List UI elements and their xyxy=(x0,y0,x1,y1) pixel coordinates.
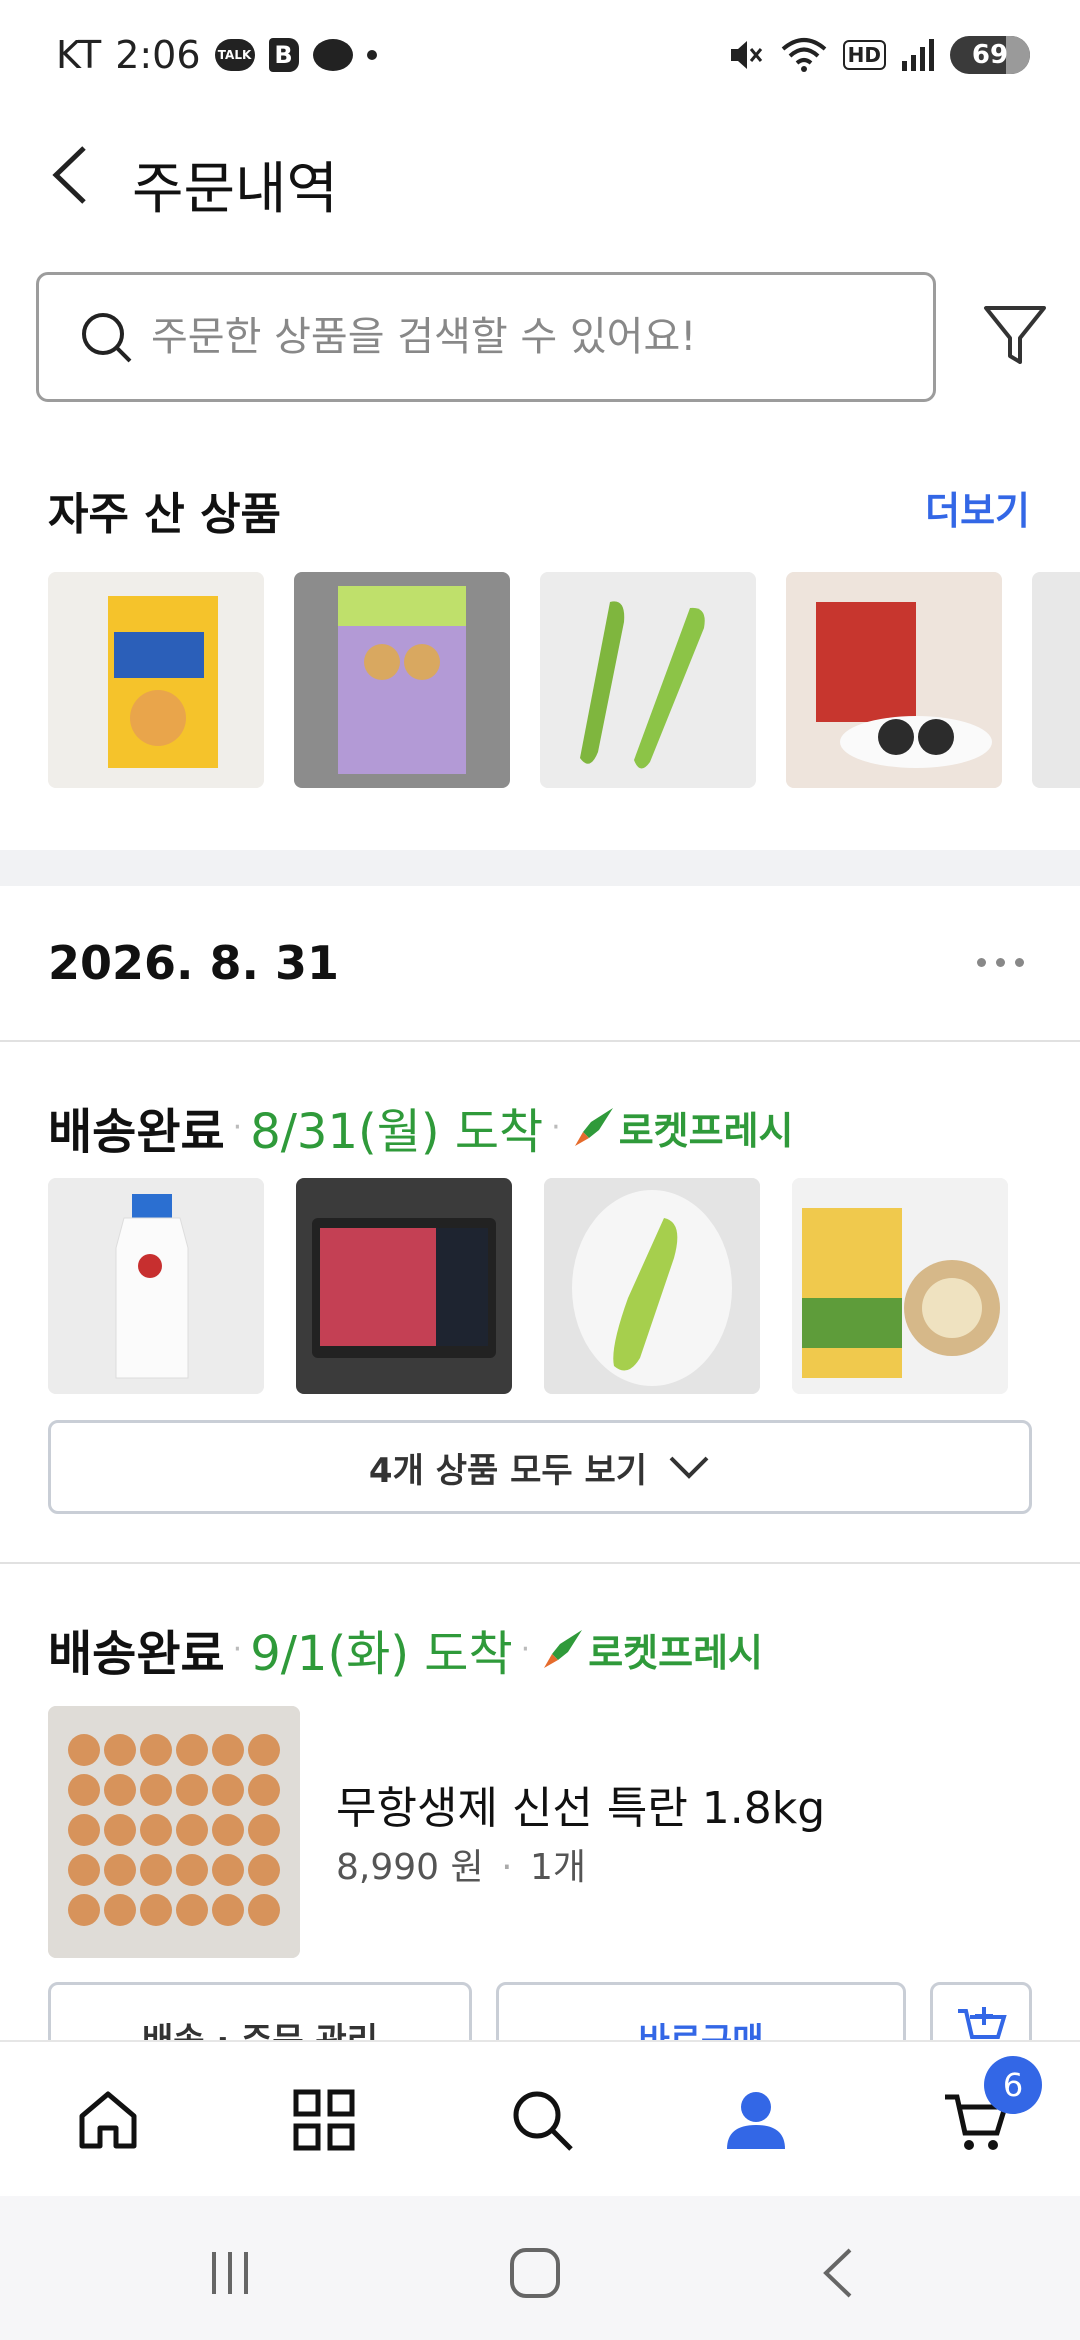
person-icon xyxy=(727,2092,785,2149)
back-button-icon[interactable] xyxy=(818,2246,858,2300)
more-link[interactable]: 더보기 xyxy=(925,480,1030,535)
view-all-products-button[interactable]: 4개 상품 모두 보기 xyxy=(48,1420,1032,1514)
chevron-down-icon xyxy=(669,1456,709,1479)
kakaotalk-icon: TALK xyxy=(214,39,255,71)
back-arrow-icon[interactable] xyxy=(40,140,110,210)
add-cart-icon xyxy=(958,2007,1007,2039)
more-options-icon[interactable] xyxy=(977,958,1024,967)
product-thumbnail[interactable] xyxy=(296,1178,512,1394)
order-date: 2026. 8. 31 xyxy=(48,936,340,990)
home-button-icon[interactable] xyxy=(508,2246,562,2300)
product-price-qty: 8,990 원 · 1개 xyxy=(336,1847,587,1888)
order-date-row: 2026. 8. 31 xyxy=(0,886,1080,1042)
rocket-fresh-icon xyxy=(574,1108,613,1146)
more-notifications-icon xyxy=(366,50,377,60)
search-input[interactable] xyxy=(151,314,911,360)
bottom-navigation xyxy=(0,2040,1080,2196)
frequent-product-thumbnail[interactable] xyxy=(48,572,264,788)
chat-bubble-icon xyxy=(312,39,353,71)
frequent-products-row[interactable] xyxy=(48,572,1080,790)
nav-my-page[interactable] xyxy=(708,2072,804,2168)
product-thumbnail[interactable] xyxy=(48,1178,264,1394)
search-icon xyxy=(82,313,132,363)
search-icon xyxy=(513,2091,573,2151)
product-name[interactable]: 무항생제 신선 특란 1.8kg xyxy=(336,1772,825,1836)
arrival-date: 9/1(화) 도착 xyxy=(250,1626,513,1682)
nav-categories[interactable] xyxy=(276,2072,372,2168)
rocket-fresh-label: 로켓프레시 xyxy=(618,1108,794,1153)
hd-icon: HD xyxy=(842,40,886,70)
product-thumbnail[interactable] xyxy=(544,1178,760,1394)
frequent-product-thumbnail[interactable] xyxy=(540,572,756,788)
battery-level: 69 xyxy=(971,40,1009,70)
status-bar: KT 2:06 TALK B HD 69 xyxy=(0,0,1080,110)
b-app-icon: B xyxy=(268,38,299,72)
page-title: 주문내역 xyxy=(132,157,339,222)
product-quantity: 1개 xyxy=(529,1847,587,1888)
cart-count-badge: 6 xyxy=(984,2056,1042,2114)
clock: 2:06 xyxy=(115,33,201,77)
delivery-status-line: 배송완료 · 9/1(화) 도착 · 로켓프레시 xyxy=(48,1614,763,1684)
rocket-fresh-label: 로켓프레시 xyxy=(588,1630,763,1675)
signal-icon xyxy=(902,39,934,71)
view-all-label: 4개 상품 모두 보기 xyxy=(368,1450,648,1491)
mute-icon xyxy=(730,41,762,69)
delivery-status: 배송완료 xyxy=(48,1626,225,1682)
delivery-status-line: 배송완료 · 8/31(월) 도착 · 로켓프레시 xyxy=(48,1092,794,1162)
filter-icon[interactable] xyxy=(980,300,1050,370)
nav-home[interactable] xyxy=(60,2072,156,2168)
home-icon xyxy=(79,2091,137,2149)
search-box[interactable] xyxy=(36,272,936,402)
rocket-fresh-icon xyxy=(544,1630,583,1668)
app-header: 주문내역 xyxy=(0,110,1080,240)
product-price: 8,990 원 xyxy=(336,1847,484,1888)
system-navigation-bar xyxy=(0,2196,1080,2340)
frequent-product-thumbnail[interactable] xyxy=(294,572,510,788)
recent-apps-icon[interactable] xyxy=(206,2248,256,2298)
nav-search[interactable] xyxy=(494,2072,590,2168)
frequent-section-title: 자주 산 상품 xyxy=(48,489,282,540)
group-divider xyxy=(0,1562,1080,1564)
product-thumbnail[interactable] xyxy=(792,1178,1008,1394)
carrier-label: KT xyxy=(56,33,102,77)
section-divider xyxy=(0,850,1080,886)
product-thumbnail[interactable] xyxy=(48,1706,300,1958)
arrival-date: 8/31(월) 도착 xyxy=(250,1104,544,1160)
wifi-icon xyxy=(781,38,826,72)
order-products-row xyxy=(48,1178,1008,1394)
grid-icon xyxy=(293,2089,355,2151)
frequent-product-thumbnail[interactable] xyxy=(1032,572,1080,788)
battery-indicator: 69 xyxy=(950,36,1030,74)
frequent-product-thumbnail[interactable] xyxy=(786,572,1002,788)
delivery-status: 배송완료 xyxy=(48,1104,225,1160)
